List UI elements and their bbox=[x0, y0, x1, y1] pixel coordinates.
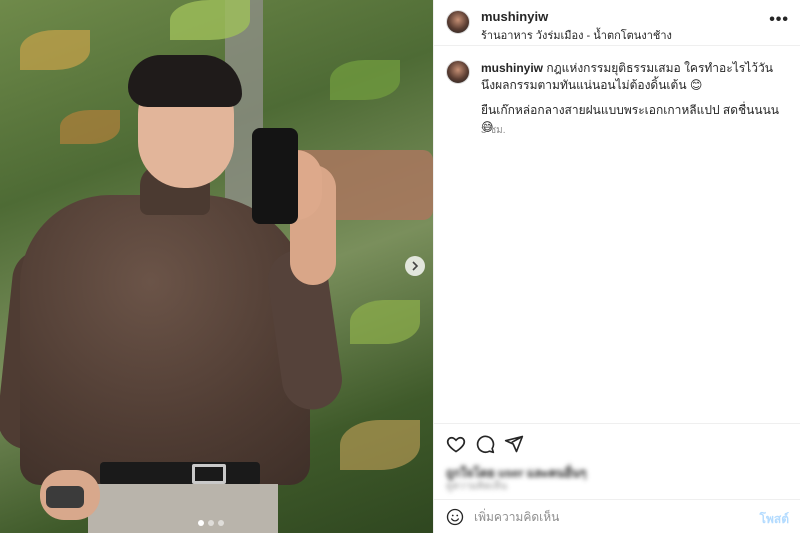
belt bbox=[100, 462, 260, 486]
comment-icon[interactable] bbox=[475, 434, 495, 454]
post-comment-button[interactable]: โพสต์ bbox=[760, 510, 789, 529]
leaf bbox=[350, 300, 420, 344]
comment-bar: โพสต์ bbox=[434, 499, 800, 533]
comment-input[interactable] bbox=[474, 506, 744, 528]
location-link[interactable]: ร้านอาหาร วังร่มเมือง - น้ำตกโตนงาช้าง bbox=[481, 26, 672, 44]
leaf bbox=[20, 30, 90, 70]
chevron-right-icon[interactable] bbox=[405, 256, 425, 276]
carousel-dots bbox=[198, 520, 224, 526]
caption-username[interactable]: mushinyiw bbox=[481, 61, 543, 75]
post-side-panel: mushinyiw ร้านอาหาร วังร่มเมือง - น้ำตกโ… bbox=[433, 0, 800, 533]
person-hair bbox=[128, 55, 242, 107]
caption-text: mushinyiw กฎแห่งกรรมยุติธรรมเสมอ ใครทำอะ… bbox=[481, 60, 786, 94]
send-icon[interactable] bbox=[504, 434, 524, 454]
leaf bbox=[340, 420, 420, 470]
view-comments-link[interactable]: ดูความคิดเห็น bbox=[446, 479, 507, 494]
caption-line-2: ยืนเก๊กหล่อกลางสายฝนแบบพระเอกเกาหลีแปป ส… bbox=[481, 103, 779, 134]
avatar[interactable] bbox=[446, 60, 470, 84]
wristwatch bbox=[46, 486, 84, 508]
action-bar bbox=[434, 423, 800, 463]
post-media[interactable] bbox=[0, 0, 433, 533]
heart-icon[interactable] bbox=[446, 434, 466, 454]
leaf bbox=[170, 0, 250, 40]
avatar[interactable] bbox=[446, 10, 470, 34]
person-body bbox=[20, 195, 310, 485]
pants bbox=[88, 484, 278, 533]
more-horizontal-icon[interactable]: ••• bbox=[769, 11, 789, 29]
carousel-dot bbox=[218, 520, 224, 526]
leaf bbox=[330, 60, 400, 100]
caption: mushinyiw กฎแห่งกรรมยุติธรรมเสมอ ใครทำอะ… bbox=[434, 46, 800, 136]
carousel-dot bbox=[198, 520, 204, 526]
leaf bbox=[60, 110, 120, 144]
phone bbox=[252, 128, 298, 224]
carousel-dot bbox=[208, 520, 214, 526]
belt-buckle bbox=[192, 464, 226, 484]
smiley-icon[interactable] bbox=[446, 508, 464, 526]
post-timestamp[interactable]: 3 ชม. bbox=[481, 123, 506, 138]
post-header: mushinyiw ร้านอาหาร วังร่มเมือง - น้ำตกโ… bbox=[434, 0, 800, 46]
header-username[interactable]: mushinyiw bbox=[481, 9, 548, 24]
